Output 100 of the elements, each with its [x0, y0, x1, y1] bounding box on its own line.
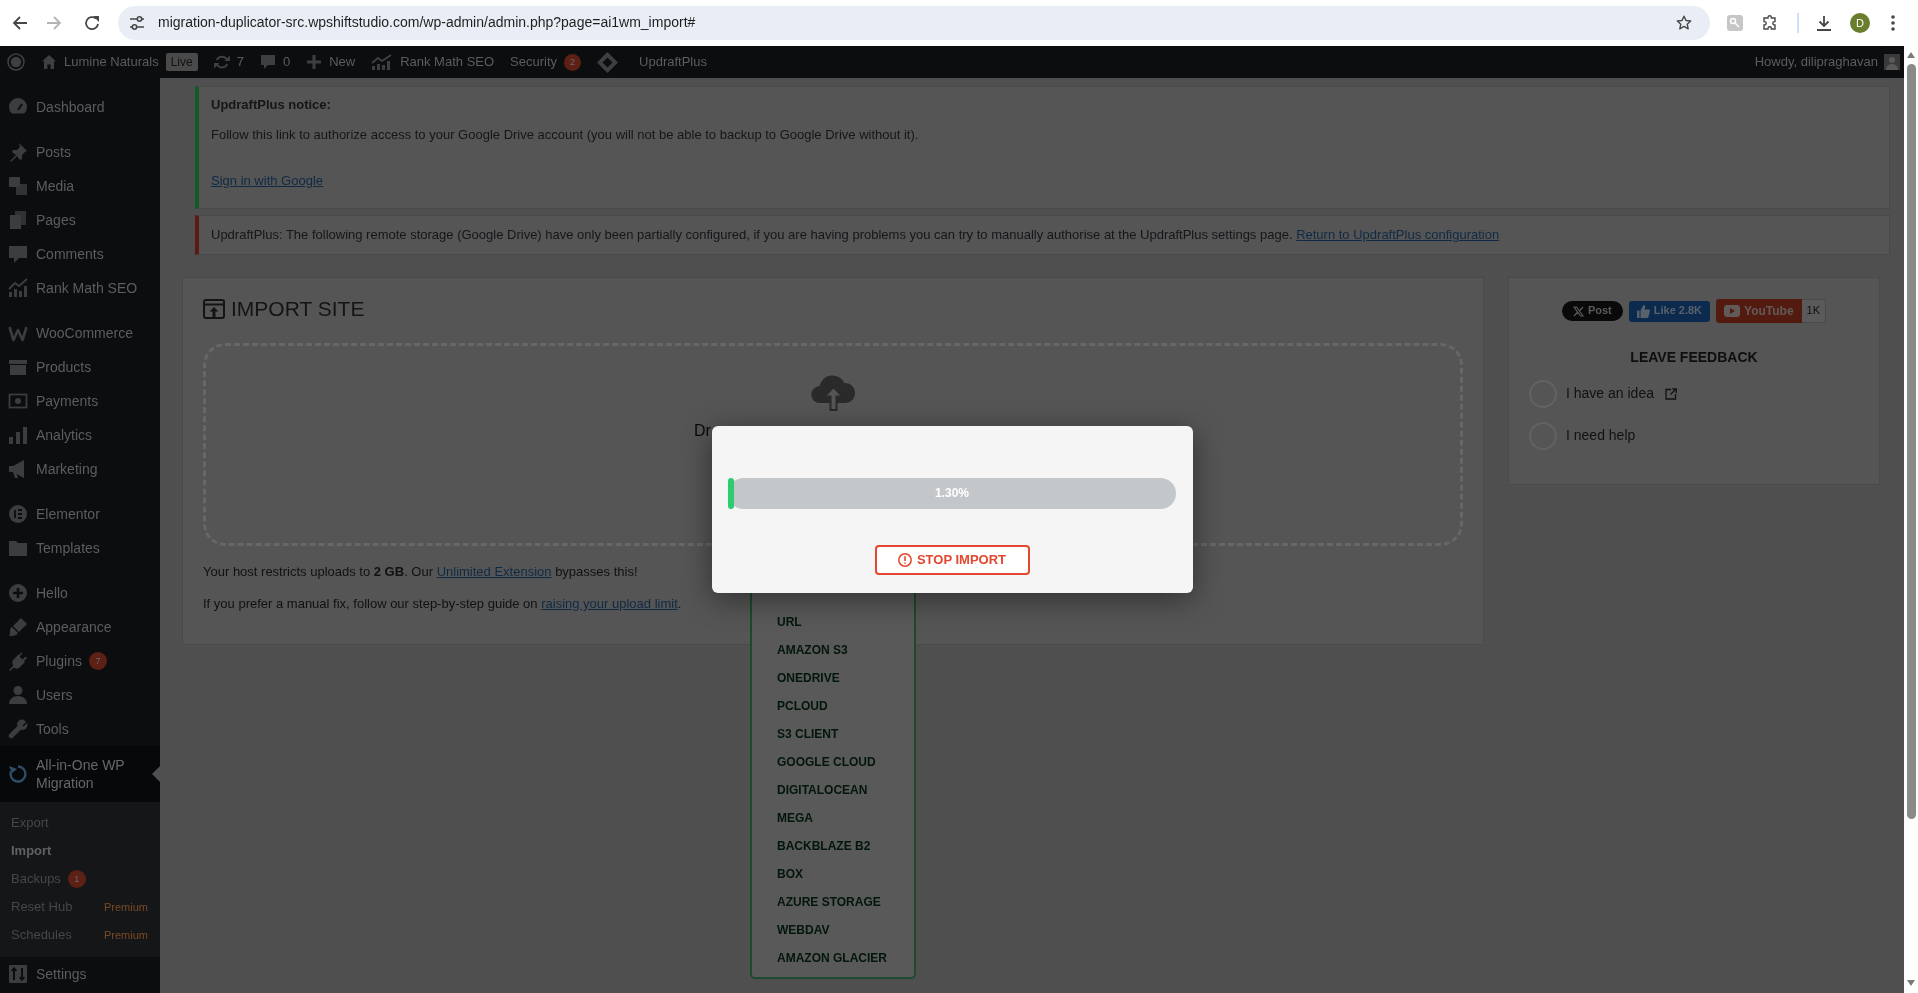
sidebar-item[interactable]: WooCommerce — [0, 316, 160, 350]
upload-limit-note: Your host restricts uploads to 2 GB. Our Unlimited Extension bypasses this! — [203, 563, 638, 581]
menu-item[interactable]: DIGITALOCEAN — [777, 776, 868, 804]
sidebar-item[interactable]: Dashboard — [0, 90, 160, 124]
sidebar-item[interactable]: All-in-One WP Migration — [0, 746, 160, 802]
notice-text: UpdraftPlus: The following remote storage (Google Drive) have only been partially configured, if you are having problems you can try to manually authorise at the UpdraftPlus settings page. Return to UpdraftPlus configuration — [211, 226, 1500, 244]
speech-bubble-icon — [8, 244, 28, 264]
post-button[interactable]: Post — [1561, 301, 1623, 321]
overlapping-squares-icon — [8, 176, 28, 196]
plug-icon — [8, 651, 28, 671]
menu-item[interactable]: AZURE STORAGE — [777, 888, 881, 916]
backup-menu-link[interactable]: UpdraftPlus — [589, 46, 715, 78]
circle-lines-icon — [8, 504, 28, 524]
paintbrush-icon — [8, 617, 28, 637]
drop-zone-text: Dr — [694, 421, 711, 441]
notice-link[interactable]: Return to UpdraftPlus configuration — [1296, 227, 1500, 242]
banknote-icon — [8, 391, 28, 411]
sidebar-item[interactable]: Media — [0, 169, 160, 203]
scroll-up-arrow-icon[interactable] — [1907, 52, 1915, 58]
panel-title: IMPORT SITE — [231, 298, 365, 320]
speech-bubble-icon — [259, 54, 276, 70]
security-menu-link[interactable]: Security 2 — [502, 46, 590, 78]
pushpin-icon — [8, 142, 28, 162]
reload-icon[interactable] — [84, 15, 100, 31]
thumbs-up-icon — [1636, 304, 1650, 318]
submenu-item[interactable]: Import — [0, 837, 160, 865]
updates-link[interactable]: 7 — [205, 46, 252, 78]
address-bar[interactable]: migration-duplicator-src.wpshiftstudio.com/wp-admin/admin.php?page=ai1wm_import# — [118, 6, 1710, 40]
sidebar-item[interactable]: Templates — [0, 531, 160, 565]
profile-button[interactable]: D — [1850, 13, 1870, 33]
menu-item[interactable]: URL — [777, 608, 802, 636]
premium-tag: Premium — [104, 926, 148, 944]
account-menu-link[interactable]: Howdy, dilipraghavan — [1746, 46, 1904, 78]
plus-circle-icon — [8, 583, 28, 603]
sidebar-item[interactable]: Payments — [0, 384, 160, 418]
notice-link[interactable]: Sign in with Google — [211, 173, 323, 188]
sidebar-item[interactable]: Settings — [0, 957, 160, 991]
stop-import-button[interactable]: STOP IMPORT — [874, 545, 1030, 575]
menu-item[interactable]: WEBDAV — [777, 916, 830, 944]
bar-chart-icon — [8, 425, 28, 445]
menu-item[interactable]: ONEDRIVE — [777, 664, 840, 692]
circular-arrow-icon — [8, 764, 28, 784]
sidebar-item[interactable]: Analytics — [0, 418, 160, 452]
sidebar-item[interactable]: Pages — [0, 203, 160, 237]
refresh-icon — [213, 54, 230, 70]
wrench-icon — [8, 719, 28, 739]
extension-link[interactable]: Unlimited Extension — [436, 564, 552, 579]
user-icon — [8, 685, 28, 705]
subscriber-count: 1K — [1801, 299, 1827, 323]
sidebar-item[interactable]: Appearance — [0, 610, 160, 644]
menu-item[interactable]: GOOGLE CLOUD — [777, 748, 876, 776]
menu-item[interactable]: AMAZON GLACIER — [777, 944, 887, 972]
notice-text: Follow this link to authorize access to your Google Drive account (you will not be able to backup to Google Drive without it). — [211, 126, 919, 144]
menu-item[interactable]: BACKBLAZE B2 — [777, 832, 871, 860]
scroll-down-arrow-icon[interactable] — [1907, 980, 1915, 986]
rising-bars-icon — [8, 278, 28, 298]
magnifier-tile-icon[interactable] — [1727, 15, 1743, 31]
cloud-upload-icon — [810, 374, 856, 411]
sidebar-item[interactable]: Users — [0, 678, 160, 712]
count-badge: 1 — [67, 870, 86, 888]
more-menu-icon[interactable] — [1891, 15, 1895, 31]
diamond-icon — [597, 51, 619, 73]
sidebar-item[interactable]: Hello — [0, 576, 160, 610]
feedback-title: LEAVE FEEDBACK — [1630, 348, 1758, 367]
site-name-link[interactable]: Lumine Naturals Live — [33, 46, 206, 78]
rising-bars-icon — [371, 54, 394, 70]
url-text: migration-duplicator-src.wpshiftstudio.com/wp-admin/admin.php?page=ai1wm_import# — [158, 13, 696, 33]
like-button[interactable]: Like 2.8K — [1628, 300, 1711, 322]
sidebar-item[interactable]: Posts — [0, 135, 160, 169]
premium-tag: Premium — [104, 898, 148, 916]
sidebar-item[interactable]: Plugins 7 — [0, 644, 160, 678]
sidebar-item[interactable]: Marketing — [0, 452, 160, 486]
menu-item[interactable]: AMAZON S3 — [777, 636, 848, 664]
guide-link[interactable]: raising your upload limit — [541, 596, 678, 611]
sliders-icon[interactable] — [129, 15, 145, 31]
sidebar-item[interactable]: Products — [0, 350, 160, 384]
menu-item[interactable]: MEGA — [777, 804, 813, 832]
sidebar-item[interactable]: Comments — [0, 237, 160, 271]
new-content-link[interactable]: New — [298, 46, 364, 78]
menu-item[interactable]: BOX — [777, 860, 803, 888]
puzzle-icon[interactable] — [1762, 15, 1778, 31]
menu-item[interactable]: PCLOUD — [777, 692, 828, 720]
comments-link[interactable]: 0 — [251, 46, 299, 78]
plus-icon — [306, 54, 323, 70]
star-icon[interactable] — [1676, 15, 1692, 31]
download-icon[interactable] — [1816, 15, 1832, 31]
sliders-box-icon — [8, 964, 28, 984]
avatar-icon — [1884, 54, 1900, 70]
gauge-icon — [8, 97, 28, 117]
seo-menu-link[interactable]: Rank Math SEO — [363, 46, 503, 78]
sidebar-item[interactable]: Rank Math SEO — [0, 271, 160, 305]
sidebar-item[interactable]: Tools — [0, 712, 160, 746]
back-arrow-icon[interactable] — [12, 15, 28, 31]
upload-window-icon — [203, 299, 225, 319]
menu-item[interactable]: S3 CLIENT — [777, 720, 839, 748]
document-stack-icon — [8, 210, 28, 230]
scrollbar-thumb[interactable] — [1906, 64, 1916, 819]
youtube-button[interactable]: YouTube — [1716, 299, 1802, 323]
sidebar-item[interactable]: Elementor — [0, 497, 160, 531]
external-link-icon[interactable] — [1664, 388, 1677, 400]
